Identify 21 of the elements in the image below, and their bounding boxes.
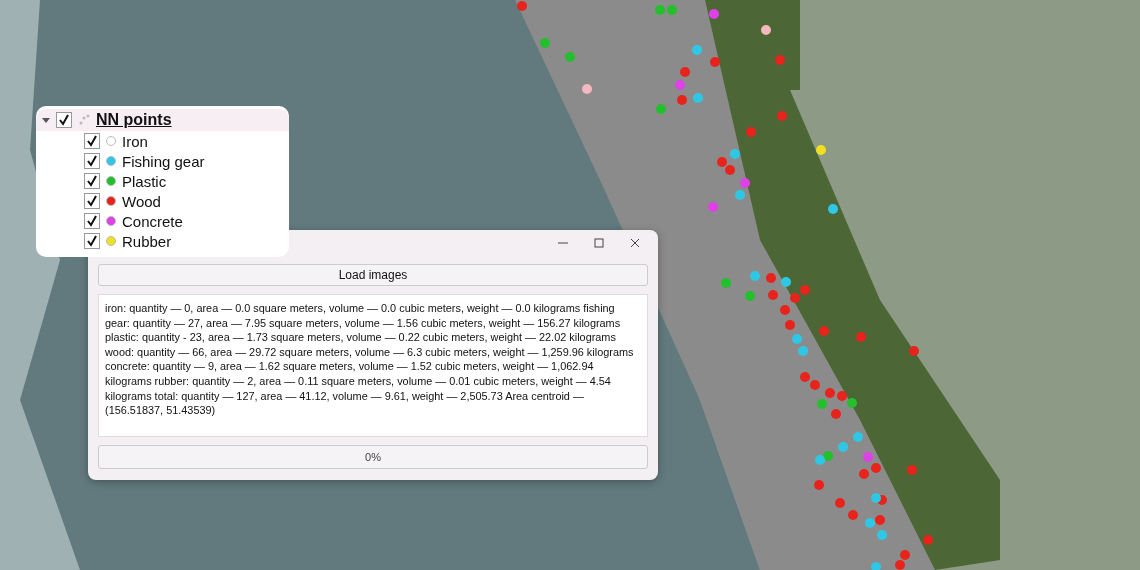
category-checkbox[interactable] bbox=[84, 173, 100, 189]
category-label: Rubber bbox=[122, 232, 172, 250]
point-layer-icon bbox=[78, 114, 90, 126]
category-label: Concrete bbox=[122, 212, 183, 230]
category-checkbox[interactable] bbox=[84, 193, 100, 209]
close-icon[interactable] bbox=[630, 238, 640, 248]
category-checkbox[interactable] bbox=[84, 133, 100, 149]
category-label: Fishing gear bbox=[122, 152, 205, 170]
category-label: Plastic bbox=[122, 172, 167, 190]
progress-label: 0% bbox=[365, 451, 381, 463]
maximize-icon[interactable] bbox=[594, 238, 604, 248]
output-text: iron: quantity — 0, area — 0.0 square meters, volume — 0.0 cubic meters, weight — 0.0 kilograms fishing gear: quantity — 27, area — 7.95 square meters, volume — 1.56 cubic meters, weight — 156.27 kilograms plastic: quantity - 23, area — 1.73 square meters, volume — 0.22 cubic meters, weight — 22.02 kilograms wood: quantity — 66, area — 29.72 square meters, volume — 6.3 cubic meters, weight — 1,259.96 kilograms concrete: quantity — 9, area — 1.62 square meters, volume — 1.52 cubic meters, weight — 1,062.94 kilograms rubber: quantity — 2, area — 0.11 square meters, volume — 0.01 cubic meters, weight — 4.54 kilograms total: quantity — 127, area — 41.12, volume — 9.61, weight — 2,505.73 Area centroid — (156.51837, 51.43539) bbox=[98, 294, 648, 437]
category-checkbox[interactable] bbox=[84, 213, 100, 229]
category-checkbox[interactable] bbox=[84, 233, 100, 249]
expand-icon[interactable] bbox=[42, 117, 50, 123]
category-label: Iron bbox=[122, 132, 148, 150]
load-images-button[interactable]: Load images bbox=[98, 264, 648, 286]
category-label: Wood bbox=[122, 192, 161, 210]
category-checkbox[interactable] bbox=[84, 153, 100, 169]
layer-checkbox[interactable] bbox=[56, 112, 72, 128]
layer-name: NN points bbox=[96, 111, 172, 129]
